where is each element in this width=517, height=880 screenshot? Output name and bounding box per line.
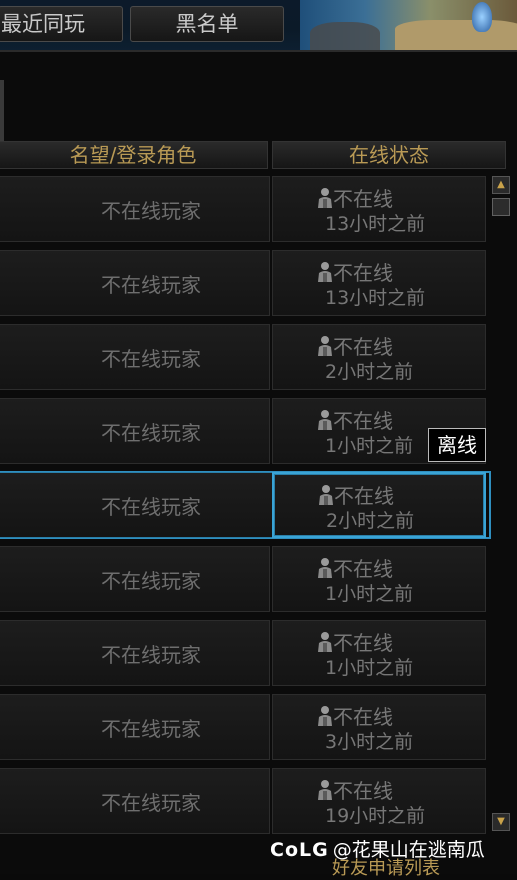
scrollbar-thumb[interactable] bbox=[492, 198, 510, 216]
online-status: 不在线 bbox=[334, 484, 394, 508]
table-row[interactable]: 不在线玩家 不在线 1小时之前 bbox=[0, 398, 490, 464]
table-row[interactable]: 不在线玩家 不在线 2小时之前 bbox=[0, 324, 490, 390]
player-cell[interactable]: 不在线玩家 bbox=[0, 546, 270, 612]
last-seen: 1小时之前 bbox=[325, 657, 414, 679]
person-icon bbox=[317, 335, 333, 357]
top-bar: 最近同玩 黑名单 bbox=[0, 0, 517, 50]
online-status: 不在线 bbox=[333, 261, 393, 285]
last-seen: 13小时之前 bbox=[325, 287, 426, 309]
online-status: 不在线 bbox=[333, 409, 393, 433]
last-seen: 2小时之前 bbox=[326, 510, 415, 532]
status-cell[interactable]: 不在线 1小时之前 bbox=[272, 546, 486, 612]
online-status: 不在线 bbox=[333, 779, 393, 803]
column-header-reputation[interactable]: 名望/登录角色 bbox=[0, 141, 268, 169]
player-cell[interactable]: 不在线玩家 bbox=[0, 250, 270, 316]
person-icon bbox=[317, 409, 333, 431]
tab-blacklist[interactable]: 黑名单 bbox=[130, 6, 284, 42]
panel-edge bbox=[0, 80, 4, 150]
table-row[interactable]: 不在线玩家 不在线 13小时之前 bbox=[0, 176, 490, 242]
watermark: CoLG @花果山在逃南瓜 bbox=[270, 838, 485, 862]
status-tooltip: 离线 bbox=[428, 428, 486, 462]
game-scene-background bbox=[300, 0, 517, 50]
table-row[interactable]: 不在线玩家 不在线 3小时之前 bbox=[0, 694, 490, 760]
player-cell[interactable]: 不在线玩家 bbox=[0, 768, 270, 834]
scroll-up-icon[interactable]: ▲ bbox=[492, 176, 510, 194]
player-name: 不在线玩家 bbox=[101, 495, 201, 519]
last-seen: 1小时之前 bbox=[325, 435, 414, 457]
person-icon bbox=[317, 705, 333, 727]
person-icon bbox=[317, 187, 333, 209]
table-row[interactable]: 不在线玩家 不在线 19小时之前 bbox=[0, 768, 490, 834]
online-status: 不在线 bbox=[333, 705, 393, 729]
scene-rock bbox=[310, 22, 380, 50]
online-status: 不在线 bbox=[333, 631, 393, 655]
player-cell[interactable]: 不在线玩家 bbox=[0, 472, 272, 538]
person-icon bbox=[317, 557, 333, 579]
player-cell[interactable]: 不在线玩家 bbox=[0, 620, 270, 686]
last-seen: 1小时之前 bbox=[325, 583, 414, 605]
player-name: 不在线玩家 bbox=[101, 791, 201, 815]
status-cell[interactable]: 不在线 1小时之前 bbox=[272, 620, 486, 686]
scene-crystal bbox=[472, 2, 492, 32]
player-name: 不在线玩家 bbox=[101, 347, 201, 371]
last-seen: 13小时之前 bbox=[325, 213, 426, 235]
player-name: 不在线玩家 bbox=[101, 199, 201, 223]
status-cell[interactable]: 不在线 2小时之前 bbox=[272, 472, 486, 538]
player-name: 不在线玩家 bbox=[101, 643, 201, 667]
player-name: 不在线玩家 bbox=[101, 717, 201, 741]
scene-sand bbox=[395, 20, 517, 50]
player-name: 不在线玩家 bbox=[101, 421, 201, 445]
footer: 好友申请列表 CoLG @花果山在逃南瓜 bbox=[270, 838, 517, 879]
tab-recent-played[interactable]: 最近同玩 bbox=[0, 6, 123, 42]
table-row[interactable]: 不在线玩家 不在线 13小时之前 bbox=[0, 250, 490, 316]
person-icon bbox=[318, 484, 334, 506]
table-row[interactable]: 不在线玩家 不在线 1小时之前 bbox=[0, 546, 490, 612]
watermark-text: @花果山在逃南瓜 bbox=[332, 839, 485, 861]
person-icon bbox=[317, 631, 333, 653]
online-status: 不在线 bbox=[333, 557, 393, 581]
player-name: 不在线玩家 bbox=[101, 273, 201, 297]
status-cell[interactable]: 不在线 13小时之前 bbox=[272, 176, 486, 242]
column-header-status[interactable]: 在线状态 bbox=[272, 141, 506, 169]
scroll-down-icon[interactable]: ▼ bbox=[492, 813, 510, 831]
last-seen: 19小时之前 bbox=[325, 805, 426, 827]
table-row[interactable]: 不在线玩家 不在线 2小时之前 bbox=[0, 471, 491, 539]
player-cell[interactable]: 不在线玩家 bbox=[0, 176, 270, 242]
status-cell[interactable]: 不在线 13小时之前 bbox=[272, 250, 486, 316]
online-status: 不在线 bbox=[333, 335, 393, 359]
person-icon bbox=[317, 779, 333, 801]
watermark-logo: CoLG bbox=[270, 839, 329, 861]
status-cell[interactable]: 不在线 19小时之前 bbox=[272, 768, 486, 834]
table-row[interactable]: 不在线玩家 不在线 1小时之前 bbox=[0, 620, 490, 686]
list-scrollbar[interactable]: ▲ ▼ bbox=[492, 176, 510, 831]
player-name: 不在线玩家 bbox=[101, 569, 201, 593]
player-cell[interactable]: 不在线玩家 bbox=[0, 324, 270, 390]
last-seen: 3小时之前 bbox=[325, 731, 414, 753]
online-status: 不在线 bbox=[333, 187, 393, 211]
player-cell[interactable]: 不在线玩家 bbox=[0, 694, 270, 760]
status-cell[interactable]: 不在线 3小时之前 bbox=[272, 694, 486, 760]
last-seen: 2小时之前 bbox=[325, 361, 414, 383]
person-icon bbox=[317, 261, 333, 283]
status-cell[interactable]: 不在线 2小时之前 bbox=[272, 324, 486, 390]
player-cell[interactable]: 不在线玩家 bbox=[0, 398, 270, 464]
